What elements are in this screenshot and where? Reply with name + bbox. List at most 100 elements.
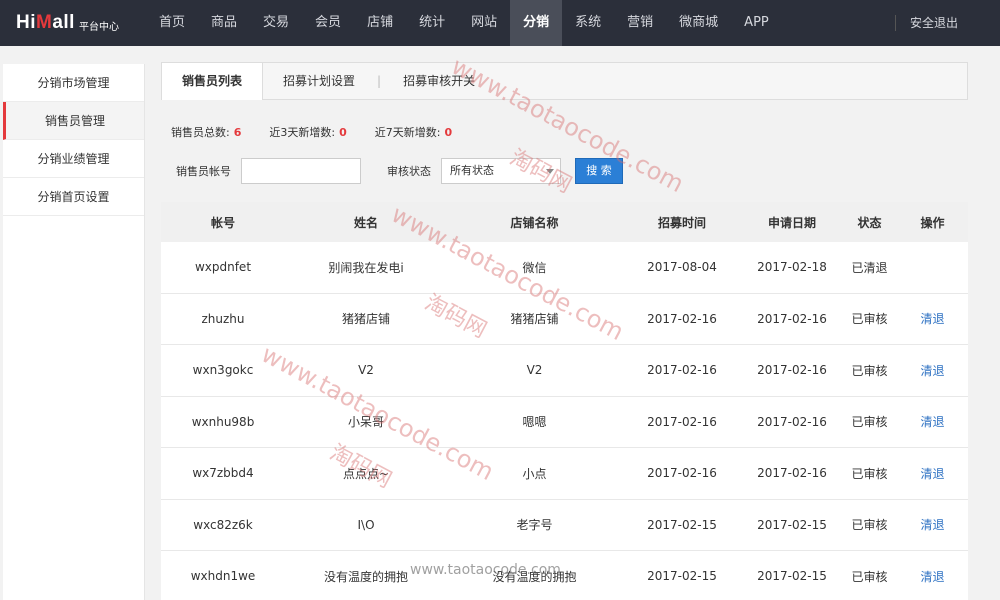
table-cell: I\O — [357, 517, 375, 532]
table-cell: 没有温度的拥抱 — [323, 569, 408, 584]
table-cell: 点点点~ — [342, 466, 390, 481]
table-cell: 2017-02-15 — [647, 517, 717, 532]
column-header: 店铺名称 — [510, 215, 559, 230]
table-cell: 2017-02-16 — [647, 311, 717, 326]
table-cell: 清退 — [897, 310, 968, 327]
table-cell: wx7zbbd4 — [192, 466, 254, 481]
table-cell: wxc82z6k — [193, 517, 253, 532]
remove-link[interactable]: 清退 — [920, 415, 944, 429]
nav-item[interactable]: 首页 — [146, 0, 198, 46]
table-cell: V2 — [526, 363, 543, 378]
sidebar-item[interactable]: 分销业绩管理 — [3, 140, 144, 178]
remove-link[interactable]: 清退 — [920, 364, 944, 378]
table-cell: 2017-02-16 — [757, 414, 827, 429]
nav-item[interactable]: 分销 — [510, 0, 563, 46]
table-cell: 老字号 — [516, 518, 553, 533]
stat-label: 近7天新增数: — [374, 126, 441, 139]
stat-value: 0 — [444, 126, 453, 139]
table-cell: 嗯嗯 — [522, 415, 547, 430]
table-cell: 2017-02-16 — [647, 414, 717, 429]
logo-subtitle: 平台中心 — [78, 21, 119, 33]
table-cell: V2 — [358, 363, 374, 378]
table-cell: 2017-02-16 — [757, 363, 827, 378]
nav-item[interactable]: APP — [731, 0, 782, 46]
main-content: 销售员列表 招募计划设置 | 招募审核开关 销售员总数: 6 近3天新增数: 0 近7天新增数… — [161, 62, 968, 600]
column-header: 招募时间 — [657, 215, 706, 230]
table-row: wx7zbbd4 点点点~ 小点 2017-02-16 2017-02-16 已审核 清退 — [161, 448, 968, 500]
table-cell: 2017-02-15 — [647, 569, 717, 584]
table-cell: 清退 — [897, 362, 968, 379]
stat-value: 0 — [339, 126, 347, 139]
sidebar: 分销市场管理 销售员管理 分销业绩管理 分销首页设置 — [3, 64, 145, 600]
nav-item[interactable]: 网站 — [458, 0, 510, 46]
table-row: wxhdn1we 没有温度的拥抱 没有温度的拥抱 2017-02-15 2017-02-… — [161, 551, 968, 600]
table-cell: 小呆哥 — [347, 415, 384, 430]
stat-item: 销售员总数: 6 — [171, 124, 241, 140]
column-header: 申请日期 — [767, 215, 816, 230]
filter-bar: 销售员帐号 审核状态 所有状态 搜 索 — [176, 158, 623, 184]
nav-item[interactable]: 微商城 — [666, 0, 731, 46]
table-row: wxn3gokc V2 V2 2017-02-16 2017-02-16 已审核 清退 — [161, 345, 968, 397]
remove-link[interactable]: 清退 — [920, 570, 944, 584]
tab[interactable]: 招募审核开关 — [383, 63, 495, 99]
table-cell: zhuzhu — [201, 311, 245, 326]
table-cell: wxn3gokc — [192, 363, 254, 378]
remove-link[interactable]: 清退 — [920, 467, 944, 481]
nav-item[interactable]: 商品 — [198, 0, 250, 46]
table-cell: 2017-02-15 — [757, 517, 827, 532]
table-cell: 2017-02-16 — [647, 466, 717, 481]
table-header: 帐号 姓名 店铺名称 招募时间 申请日期 状态 操作 — [161, 202, 968, 242]
tab[interactable]: 招募计划设置 — [263, 63, 375, 99]
sidebar-item[interactable]: 分销首页设置 — [3, 178, 144, 216]
status-select[interactable]: 所有状态 — [441, 158, 561, 184]
search-button[interactable]: 搜 索 — [575, 158, 623, 184]
logout-link[interactable]: 安全退出 — [910, 0, 958, 46]
table-cell: 已审核 — [851, 518, 888, 533]
table-row: wxnhu98b 小呆哥 嗯嗯 2017-02-16 2017-02-16 已审核 清退 — [161, 396, 968, 448]
column-header: 操作 — [920, 215, 945, 230]
nav-item[interactable]: 系统 — [562, 0, 614, 46]
chevron-down-icon — [546, 169, 554, 174]
sidebar-item[interactable]: 销售员管理 — [3, 102, 144, 140]
status-label: 审核状态 — [387, 165, 431, 178]
table-cell: 没有温度的拥抱 — [492, 569, 577, 584]
table-cell: wxpdnfet — [194, 260, 252, 275]
nav-item[interactable]: 会员 — [302, 0, 354, 46]
stat-label: 近3天新增数: — [269, 126, 336, 139]
table-cell: 2017-02-16 — [757, 311, 827, 326]
nav-item[interactable]: 店铺 — [354, 0, 406, 46]
table-cell: 2017-02-18 — [757, 260, 827, 275]
stat-item: 近3天新增数: 0 — [269, 124, 346, 140]
account-label: 销售员帐号 — [176, 165, 231, 178]
table-cell: 已审核 — [851, 415, 888, 430]
main-nav: 首页 商品 交易 会员 店铺 统计 网站 分销 系统 营销 微商城 APP — [146, 0, 782, 46]
table-cell: 微信 — [522, 260, 547, 275]
table-cell: wxhdn1we — [190, 569, 256, 584]
sidebar-item[interactable]: 分销市场管理 — [3, 64, 144, 102]
table-cell: 清退 — [897, 516, 968, 533]
stat-value: 6 — [233, 126, 242, 139]
table-row: wxc82z6k I\O 老字号 2017-02-15 2017-02-15 已审核 清退 — [161, 499, 968, 551]
tab[interactable]: 销售员列表 — [162, 62, 264, 100]
table-cell: 已审核 — [851, 363, 888, 378]
remove-link[interactable]: 清退 — [920, 518, 944, 532]
table-cell: wxnhu98b — [191, 414, 255, 429]
table-cell: 清退 — [897, 465, 968, 482]
logo[interactable]: HiMall 平台中心 — [0, 0, 150, 46]
nav-item[interactable]: 统计 — [406, 0, 458, 46]
stat-label: 销售员总数: — [171, 126, 230, 139]
nav-item[interactable]: 交易 — [250, 0, 302, 46]
column-header: 帐号 — [210, 215, 235, 230]
table-cell: 已审核 — [851, 312, 888, 327]
table-cell: 已审核 — [851, 569, 888, 584]
salesperson-table: 帐号 姓名 店铺名称 招募时间 申请日期 状态 操作 wxpdnfet 别闹我在发电i 微信 20… — [161, 202, 968, 600]
tab-divider: | — [377, 74, 382, 88]
remove-link[interactable]: 清退 — [920, 312, 944, 326]
account-input[interactable] — [241, 158, 361, 184]
nav-item[interactable]: 营销 — [614, 0, 666, 46]
table-cell: 小点 — [522, 466, 547, 481]
status-select-value: 所有状态 — [450, 164, 494, 177]
table-body: wxpdnfet 别闹我在发电i 微信 2017-08-04 2017-02-18 已清退… — [161, 242, 968, 600]
top-navbar: HiMall 平台中心 首页 商品 交易 会员 店铺 统计 网站 分销 系统 营销 微商城 APP 安… — [0, 0, 1000, 46]
table-cell: 已清退 — [851, 260, 888, 275]
